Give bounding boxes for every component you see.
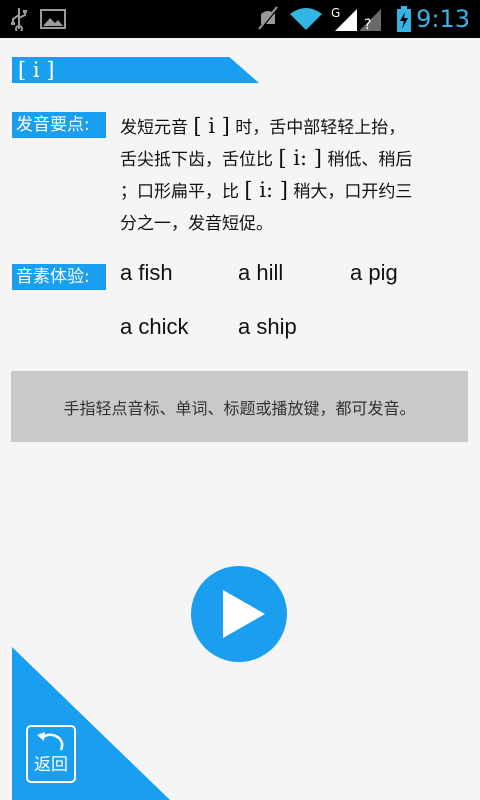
play-button[interactable]	[191, 566, 287, 662]
battery-charging-icon	[396, 0, 412, 38]
hint-banner: 手指轻点音标、单词、标题或播放键，都可发音。	[11, 371, 468, 442]
wifi-icon	[289, 0, 323, 38]
description-line: 分之一，发音短促。	[120, 214, 273, 234]
experience-label: 音素体验:	[12, 264, 106, 290]
mute-icon	[257, 0, 279, 38]
description-line: 发短元音 [ i ] 时，舌中部轻轻上抬，	[120, 114, 406, 138]
pronunciation-description: 发短元音 [ i ] 时，舌中部轻轻上抬， 舌尖抵下齿，舌位比 [ i: ] 稍…	[120, 110, 450, 238]
back-label: 返回	[34, 755, 68, 775]
word-fish[interactable]: a fish	[120, 260, 173, 286]
status-time: 9:13	[416, 5, 470, 33]
back-button[interactable]: 返回	[26, 725, 76, 783]
svg-text:G: G	[331, 6, 340, 20]
image-icon	[40, 0, 66, 38]
phoneme-title[interactable]: [ i ]	[12, 57, 259, 83]
word-chick[interactable]: a chick	[120, 314, 188, 340]
word-ship[interactable]: a ship	[238, 314, 297, 340]
signal-icon: G ?	[331, 0, 387, 38]
svg-text:?: ?	[364, 17, 371, 33]
status-bar: G ? 9:13	[0, 0, 480, 38]
pronunciation-label: 发音要点:	[12, 112, 106, 138]
description-line: ；口形扁平，比 [ i: ] 稍大，口开约三	[120, 178, 413, 202]
usb-icon	[10, 0, 28, 38]
word-pig[interactable]: a pig	[350, 260, 398, 286]
play-icon	[223, 590, 265, 638]
description-line: 舌尖抵下齿，舌位比 [ i: ] 稍低、稍后	[120, 146, 413, 170]
word-hill[interactable]: a hill	[238, 260, 283, 286]
phoneme-symbol[interactable]: [ i ]	[18, 57, 54, 83]
